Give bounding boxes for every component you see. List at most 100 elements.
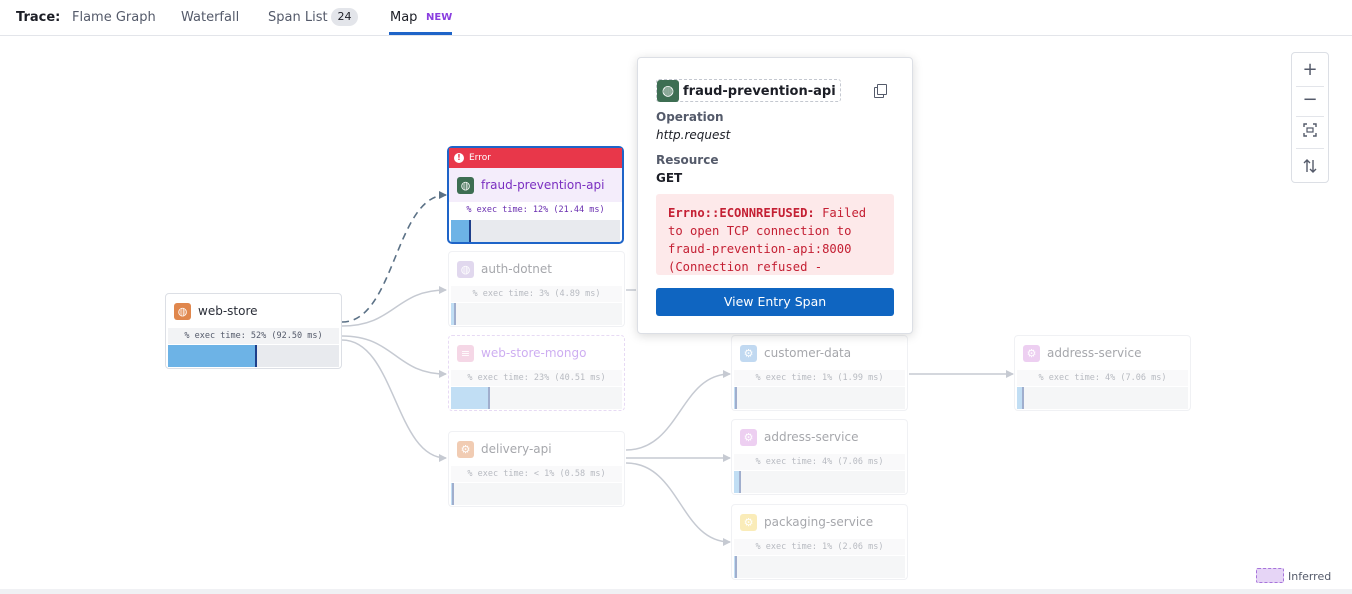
resource-label: Resource xyxy=(656,153,719,167)
error-label: Error xyxy=(469,153,491,163)
exec-time: % exec time: 52% (92.50 ms) xyxy=(168,328,339,344)
node-header: ◍ auth-dotnet xyxy=(449,252,624,286)
tab-map[interactable]: Map xyxy=(390,10,417,25)
inferred-legend-label: Inferred xyxy=(1288,570,1332,583)
error-message-box: Errno::ECONNREFUSED: Failed to open TCP … xyxy=(656,194,894,275)
exec-time: % exec time: 12% (21.44 ms) xyxy=(451,202,620,218)
node-packaging-service[interactable]: ⚙ packaging-service % exec time: 1% (2.0… xyxy=(731,504,908,580)
node-name: web-store-mongo xyxy=(481,346,587,360)
node-auth-dotnet[interactable]: ◍ auth-dotnet % exec time: 3% (4.89 ms) xyxy=(448,251,625,327)
globe-icon: ◍ xyxy=(457,177,474,194)
service-icon: ⚙ xyxy=(740,514,757,531)
exec-bar-fill xyxy=(451,220,472,242)
exec-bar-fill xyxy=(734,387,737,409)
edge-web-store-fraud xyxy=(341,191,447,323)
edge-web-store-auth xyxy=(341,286,447,327)
exec-bar-fill xyxy=(451,483,454,505)
node-fraud-prevention-api[interactable]: ! Error ◍ fraud-prevention-api % exec ti… xyxy=(447,146,624,244)
zoom-out-button[interactable]: − xyxy=(1292,85,1328,115)
zoom-in-button[interactable]: + xyxy=(1292,55,1328,85)
exec-time: % exec time: 3% (4.89 ms) xyxy=(451,286,622,302)
node-name: address-service xyxy=(764,430,859,444)
node-name: address-service xyxy=(1047,346,1142,360)
fit-screen-icon xyxy=(1303,123,1317,137)
exec-bar-fill xyxy=(734,471,741,493)
node-header: ◍ fraud-prevention-api xyxy=(449,168,622,202)
exec-bar-fill xyxy=(451,303,457,325)
node-header: ⚙ address-service xyxy=(732,420,907,454)
exec-bar xyxy=(451,220,620,242)
database-icon: ≡ xyxy=(457,345,474,362)
node-customer-data[interactable]: ⚙ customer-data % exec time: 1% (1.99 ms… xyxy=(731,335,908,411)
exec-bar xyxy=(1017,387,1188,409)
service-icon: ⚙ xyxy=(1023,345,1040,362)
service-detail-popover: ◍ fraud-prevention-api Operation http.re… xyxy=(637,57,913,334)
node-name: fraud-prevention-api xyxy=(481,178,605,192)
node-header: ⚙ customer-data xyxy=(732,336,907,370)
service-icon: ⚙ xyxy=(457,441,474,458)
operation-value: http.request xyxy=(656,128,731,142)
fit-to-screen-button[interactable] xyxy=(1292,115,1328,145)
exec-bar xyxy=(451,387,622,409)
exec-time: % exec time: 4% (7.06 ms) xyxy=(1017,370,1188,386)
new-badge: NEW xyxy=(426,12,453,23)
error-banner: ! Error xyxy=(449,148,622,168)
exec-bar xyxy=(734,387,905,409)
inferred-legend-swatch xyxy=(1256,568,1284,583)
node-name: customer-data xyxy=(764,346,852,360)
globe-icon: ◍ xyxy=(174,303,191,320)
tab-span-list[interactable]: Span List xyxy=(268,10,328,25)
node-address-service-downstream[interactable]: ⚙ address-service % exec time: 4% (7.06 … xyxy=(1014,335,1191,411)
node-address-service[interactable]: ⚙ address-service % exec time: 4% (7.06 … xyxy=(731,419,908,495)
span-count-badge: 24 xyxy=(331,8,358,26)
service-icon: ⚙ xyxy=(740,429,757,446)
node-header: ◍ web-store xyxy=(166,294,341,328)
exec-bar-fill xyxy=(1017,387,1024,409)
popover-title: fraud-prevention-api xyxy=(683,84,836,99)
view-entry-span-button[interactable]: View Entry Span xyxy=(656,288,894,316)
tab-waterfall[interactable]: Waterfall xyxy=(181,10,239,25)
globe-icon: ◍ xyxy=(657,80,679,102)
node-header: ⚙ address-service xyxy=(1015,336,1190,370)
globe-icon: ◍ xyxy=(457,261,474,278)
exec-bar xyxy=(734,556,905,578)
exec-time: % exec time: 4% (7.06 ms) xyxy=(734,454,905,470)
toggle-direction-button[interactable] xyxy=(1292,151,1328,181)
service-icon: ⚙ xyxy=(740,345,757,362)
edge-delivery-packaging xyxy=(625,462,731,546)
node-delivery-api[interactable]: ⚙ delivery-api % exec time: < 1% (0.58 m… xyxy=(448,431,625,507)
node-name: delivery-api xyxy=(481,442,552,456)
exec-bar xyxy=(451,483,622,505)
node-header: ⚙ packaging-service xyxy=(732,505,907,539)
sort-arrows-icon xyxy=(1303,159,1317,173)
error-type: Errno::ECONNREFUSED: xyxy=(668,206,815,220)
trace-tabbar: Trace: Flame Graph Waterfall Span List 2… xyxy=(0,0,1352,36)
exec-bar xyxy=(168,345,339,367)
exec-time: % exec time: 1% (1.99 ms) xyxy=(734,370,905,386)
exec-bar-fill xyxy=(168,345,257,367)
trace-label: Trace: xyxy=(16,10,61,25)
exec-bar-fill xyxy=(451,387,491,409)
active-tab-indicator xyxy=(389,32,452,35)
exec-bar xyxy=(451,303,622,325)
exec-bar xyxy=(734,471,905,493)
operation-label: Operation xyxy=(656,110,724,124)
node-header: ⚙ delivery-api xyxy=(449,432,624,466)
resource-value: GET xyxy=(656,171,683,185)
copy-icon[interactable] xyxy=(874,84,888,98)
tab-flame-graph[interactable]: Flame Graph xyxy=(72,10,156,25)
exec-bar-fill xyxy=(734,556,737,578)
node-header: ≡ web-store-mongo xyxy=(449,336,624,370)
node-web-store-mongo[interactable]: ≡ web-store-mongo % exec time: 23% (40.5… xyxy=(448,335,625,411)
node-name: web-store xyxy=(198,304,258,318)
error-icon: ! xyxy=(454,153,464,163)
node-name: packaging-service xyxy=(764,515,874,529)
exec-time: % exec time: 23% (40.51 ms) xyxy=(451,370,622,386)
map-zoom-controls: + − xyxy=(1291,52,1329,183)
edge-web-store-delivery xyxy=(341,339,447,462)
bottom-border xyxy=(0,589,1352,594)
node-web-store[interactable]: ◍ web-store % exec time: 52% (92.50 ms) xyxy=(165,293,342,369)
exec-time: % exec time: < 1% (0.58 ms) xyxy=(451,466,622,482)
popover-service-chip: ◍ fraud-prevention-api xyxy=(656,79,841,102)
edge-web-store-mongo xyxy=(341,335,447,378)
